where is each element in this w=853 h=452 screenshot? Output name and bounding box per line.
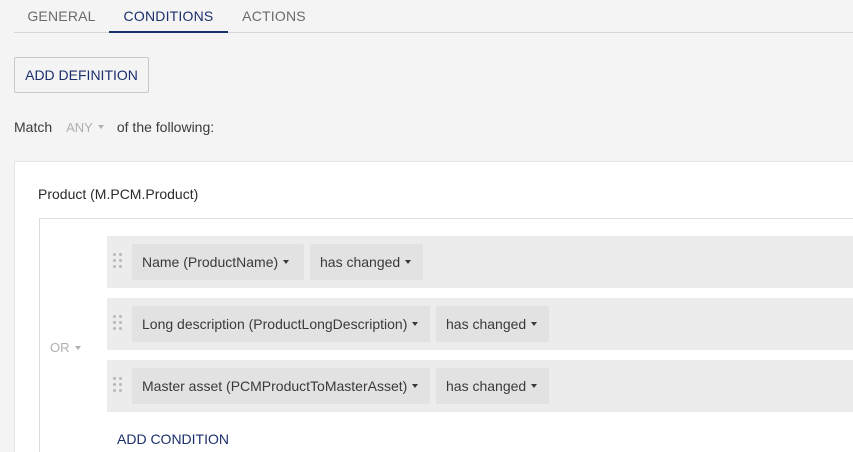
condition-field-value: Master asset (PCMProductToMasterAsset) <box>142 378 408 394</box>
condition-field-value: Name (ProductName) <box>142 254 279 270</box>
condition-operator-select[interactable]: has changed <box>310 244 423 280</box>
condition-operator-value: has changed <box>446 378 527 394</box>
definition-title: Product (M.PCM.Product) <box>38 186 199 202</box>
drag-handle-icon[interactable] <box>113 377 123 395</box>
match-mode-value: ANY <box>66 119 93 135</box>
tab-general[interactable]: GENERAL <box>14 0 109 32</box>
chevron-down-icon <box>283 260 290 264</box>
add-condition-button[interactable]: ADD CONDITION <box>117 431 229 447</box>
tab-bar: GENERAL CONDITIONS ACTIONS <box>14 0 853 33</box>
condition-row: Master asset (PCMProductToMasterAsset) h… <box>107 360 853 412</box>
drag-handle-icon[interactable] <box>113 315 123 333</box>
chevron-down-icon <box>531 384 538 388</box>
match-label: Match <box>14 119 53 135</box>
chevron-down-icon <box>412 384 419 388</box>
tab-actions[interactable]: ACTIONS <box>228 0 320 32</box>
drag-handle-icon[interactable] <box>113 253 123 271</box>
condition-field-select[interactable]: Name (ProductName) <box>132 244 304 280</box>
group-operator-select[interactable]: OR <box>50 340 81 355</box>
condition-field-select[interactable]: Master asset (PCMProductToMasterAsset) <box>132 368 430 404</box>
chevron-down-icon <box>412 322 419 326</box>
condition-row: Name (ProductName) has changed <box>107 236 853 288</box>
add-definition-button[interactable]: ADD DEFINITION <box>14 57 149 93</box>
condition-operator-value: has changed <box>446 316 527 332</box>
condition-operator-select[interactable]: has changed <box>436 306 549 342</box>
condition-operator-value: has changed <box>320 254 401 270</box>
match-suffix: of the following: <box>116 119 215 135</box>
match-row: Match ANY of the following: <box>14 117 214 137</box>
chevron-down-icon <box>74 345 81 350</box>
condition-field-value: Long description (ProductLongDescription… <box>142 316 408 332</box>
tab-conditions[interactable]: CONDITIONS <box>109 0 228 33</box>
chevron-down-icon <box>405 260 412 264</box>
match-mode-select[interactable]: ANY <box>66 120 104 135</box>
condition-field-select[interactable]: Long description (ProductLongDescription… <box>132 306 430 342</box>
workflow-editor: GENERAL CONDITIONS ACTIONS ADD DEFINITIO… <box>0 0 853 452</box>
definition-card: Product (M.PCM.Product) OR Name (Product… <box>14 161 853 452</box>
group-operator-value: OR <box>50 340 70 355</box>
condition-row: Long description (ProductLongDescription… <box>107 298 853 350</box>
chevron-down-icon <box>97 125 104 129</box>
condition-operator-select[interactable]: has changed <box>436 368 549 404</box>
condition-group: OR Name (ProductName) has changed Long d… <box>39 218 853 452</box>
chevron-down-icon <box>531 322 538 326</box>
